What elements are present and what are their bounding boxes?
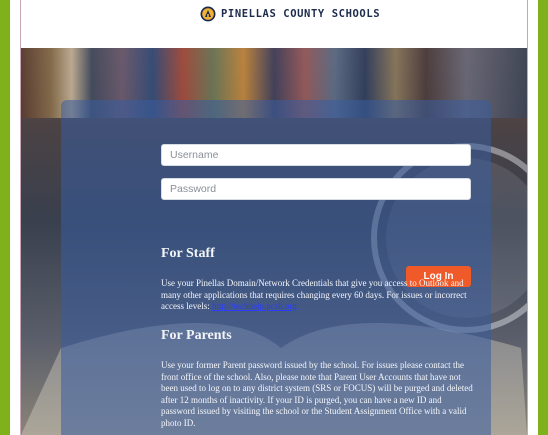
- staff-heading: For Staff: [161, 246, 215, 261]
- hero-background: Log In For Staff Use your Pinellas Domai…: [21, 48, 527, 435]
- password-input[interactable]: [161, 178, 471, 200]
- staff-text: Use your Pinellas Domain/Network Credent…: [161, 278, 467, 311]
- parents-heading: For Parents: [161, 328, 232, 343]
- header: PINELLAS COUNTY SCHOOLS: [10, 0, 538, 48]
- staff-instructions: Use your Pinellas Domain/Network Credent…: [161, 278, 476, 313]
- frame-divider-left: [20, 0, 21, 435]
- page-frame: PINELLAS COUNTY SCHOOLS Log In For Staff…: [0, 0, 548, 435]
- district-logo[interactable]: PINELLAS COUNTY SCHOOLS: [200, 6, 380, 22]
- parents-instructions: Use your former Parent password issued b…: [161, 360, 473, 428]
- district-seal-icon: [200, 6, 216, 22]
- username-input[interactable]: [161, 144, 471, 166]
- techhelp-link[interactable]: http://techhelp.pcsb.org: [212, 301, 297, 311]
- logo-text: PINELLAS COUNTY SCHOOLS: [221, 8, 381, 20]
- login-panel: Log In For Staff Use your Pinellas Domai…: [61, 100, 491, 435]
- frame-divider-right: [527, 0, 528, 435]
